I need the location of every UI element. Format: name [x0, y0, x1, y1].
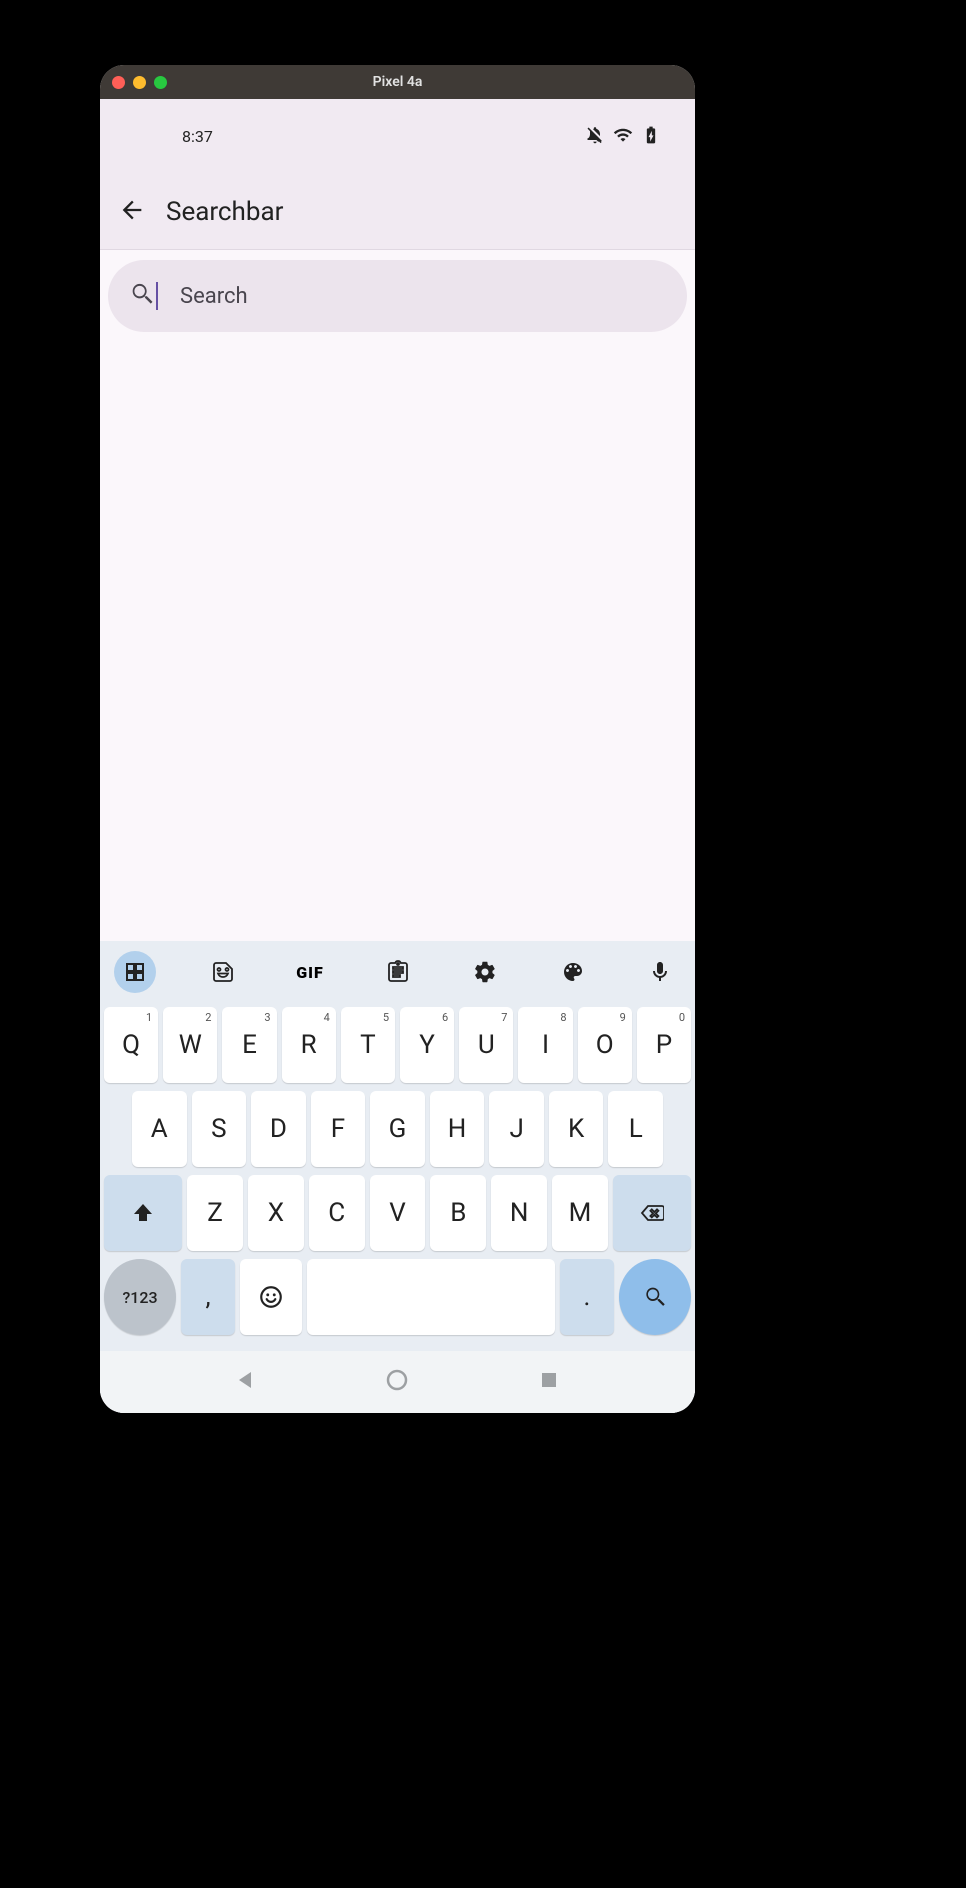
search-area: [100, 250, 695, 342]
key-r[interactable]: R4: [282, 1007, 336, 1083]
key-l[interactable]: L: [608, 1091, 663, 1167]
shift-key[interactable]: [104, 1175, 182, 1251]
symbols-key[interactable]: ?123: [104, 1259, 176, 1335]
key-p[interactable]: P0: [637, 1007, 691, 1083]
traffic-lights: [112, 76, 167, 89]
notifications-off-icon: [585, 125, 605, 149]
nav-back-button[interactable]: [234, 1368, 258, 1396]
keyboard-apps-icon[interactable]: [114, 951, 156, 993]
key-t[interactable]: T5: [341, 1007, 395, 1083]
status-time: 8:37: [182, 127, 213, 146]
key-s[interactable]: S: [192, 1091, 247, 1167]
key-i[interactable]: I8: [518, 1007, 572, 1083]
settings-icon[interactable]: [464, 951, 506, 993]
key-m[interactable]: M: [552, 1175, 608, 1251]
key-y[interactable]: Y6: [400, 1007, 454, 1083]
comma-key[interactable]: ,: [181, 1259, 235, 1335]
on-screen-keyboard: GIF Q1W2E3R4T5Y6U7I8O9P0 ASDFGHJKL: [100, 941, 695, 1413]
period-key[interactable]: .: [560, 1259, 614, 1335]
key-d[interactable]: D: [251, 1091, 306, 1167]
key-b[interactable]: B: [430, 1175, 486, 1251]
emulator-window: Pixel 4a 8:37 Searchbar: [100, 65, 695, 1413]
key-w[interactable]: W2: [163, 1007, 217, 1083]
key-h[interactable]: H: [430, 1091, 485, 1167]
back-button[interactable]: [118, 196, 146, 228]
key-g[interactable]: G: [370, 1091, 425, 1167]
key-u[interactable]: U7: [459, 1007, 513, 1083]
device-screen: 8:37 Searchbar: [100, 99, 695, 1413]
key-f[interactable]: F: [311, 1091, 366, 1167]
key-z[interactable]: Z: [187, 1175, 243, 1251]
key-n[interactable]: N: [491, 1175, 547, 1251]
keyboard-search-key[interactable]: [619, 1259, 691, 1335]
content-area: [100, 342, 695, 941]
keyboard-keys: Q1W2E3R4T5Y6U7I8O9P0 ASDFGHJKL ZXCVBNM ?…: [100, 1003, 695, 1351]
search-input[interactable]: [180, 284, 667, 309]
key-v[interactable]: V: [370, 1175, 426, 1251]
wifi-icon: [613, 125, 633, 149]
space-key[interactable]: [307, 1259, 555, 1335]
key-j[interactable]: J: [489, 1091, 544, 1167]
key-o[interactable]: O9: [578, 1007, 632, 1083]
status-icons: [585, 125, 661, 149]
maximize-window-button[interactable]: [154, 76, 167, 89]
key-c[interactable]: C: [309, 1175, 365, 1251]
text-cursor: [156, 282, 158, 310]
key-x[interactable]: X: [248, 1175, 304, 1251]
key-k[interactable]: K: [549, 1091, 604, 1167]
window-title: Pixel 4a: [373, 74, 423, 90]
emoji-key[interactable]: [240, 1259, 302, 1335]
clipboard-icon[interactable]: [377, 951, 419, 993]
minimize-window-button[interactable]: [133, 76, 146, 89]
search-field[interactable]: [108, 260, 687, 332]
battery-charging-icon: [641, 125, 661, 149]
appbar-title: Searchbar: [166, 197, 283, 227]
key-q[interactable]: Q1: [104, 1007, 158, 1083]
search-icon: [128, 280, 156, 312]
sticker-icon[interactable]: [202, 951, 244, 993]
keyboard-toolbar: GIF: [100, 941, 695, 1003]
nav-recent-button[interactable]: [537, 1368, 561, 1396]
mic-icon[interactable]: [639, 951, 681, 993]
close-window-button[interactable]: [112, 76, 125, 89]
status-bar: 8:37: [100, 99, 695, 174]
key-e[interactable]: E3: [222, 1007, 276, 1083]
key-a[interactable]: A: [132, 1091, 187, 1167]
navigation-bar: [100, 1351, 695, 1413]
nav-home-button[interactable]: [385, 1368, 409, 1396]
backspace-key[interactable]: [613, 1175, 691, 1251]
app-bar: Searchbar: [100, 174, 695, 250]
gif-icon[interactable]: GIF: [289, 951, 331, 993]
macos-titlebar: Pixel 4a: [100, 65, 695, 99]
theme-palette-icon[interactable]: [552, 951, 594, 993]
